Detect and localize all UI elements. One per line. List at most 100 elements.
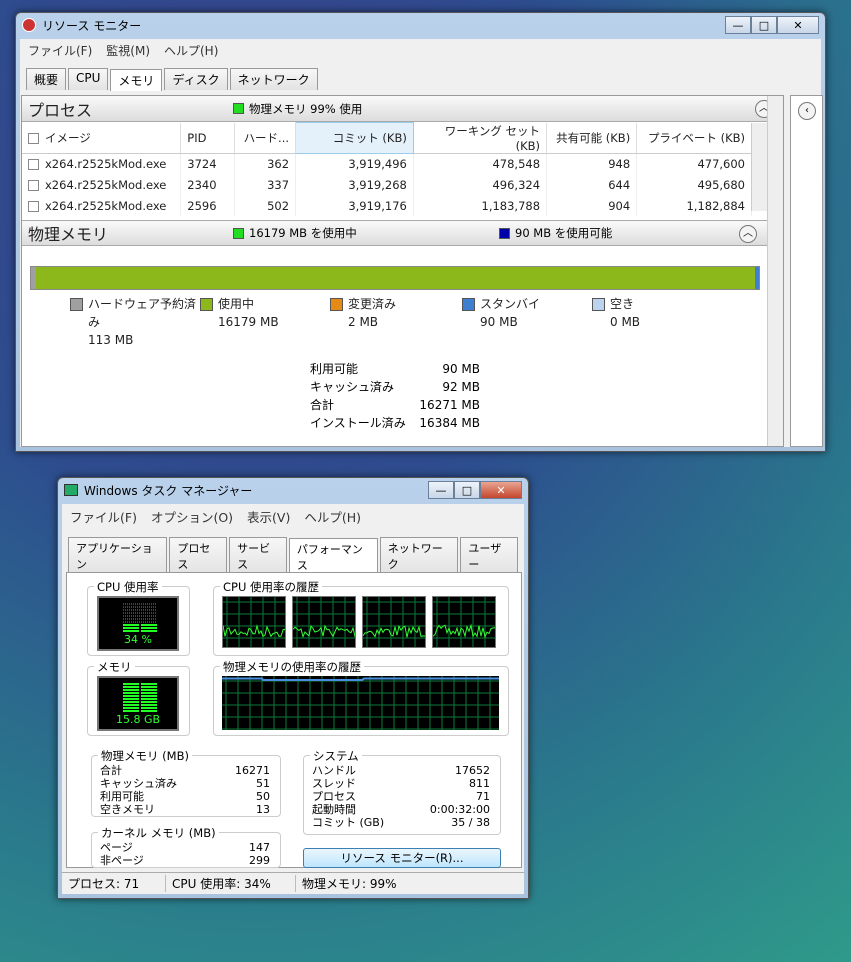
menu-file[interactable]: ファイル(F)	[70, 507, 137, 526]
tab-applications[interactable]: アプリケーション	[68, 537, 168, 574]
row-checkbox[interactable]	[28, 158, 39, 170]
info-label: 合計	[100, 764, 122, 777]
minimize-button[interactable]: —	[725, 16, 751, 34]
row-checkbox[interactable]	[28, 179, 39, 191]
resource-monitor-button[interactable]: リソース モニター(R)...	[303, 848, 501, 868]
column-working-set[interactable]: ワーキング セット (KB)	[413, 122, 548, 154]
cpu-core-history-graph	[222, 596, 286, 648]
legend-swatch	[200, 298, 213, 311]
stat-value: 90 MB	[442, 362, 480, 376]
table-row[interactable]: x264.r2525kMod.exe 3724 362 3,919,496 478,54…	[22, 153, 752, 174]
row-checkbox[interactable]	[28, 200, 39, 212]
legend-swatch	[330, 298, 343, 311]
column-shareable[interactable]: 共有可能 (KB)	[546, 122, 638, 154]
meter-segment	[123, 689, 157, 691]
legend-value: 2 MB	[348, 315, 379, 329]
menu-bar: ファイル(F) オプション(O) 表示(V) ヘルプ(H)	[62, 504, 524, 529]
tab-disk[interactable]: ディスク	[164, 68, 228, 90]
close-button[interactable]: ✕	[777, 16, 819, 34]
info-label: キャッシュ済み	[100, 777, 177, 790]
tab-processes[interactable]: プロセス	[169, 537, 228, 574]
legend-label: 変更済み	[348, 297, 397, 311]
info-label: プロセス	[312, 790, 356, 803]
system-group: システム ハンドル 17652 スレッド 811 プロセス 71 起動時間 0:00:32:00…	[303, 748, 501, 835]
meter-segment	[123, 621, 157, 623]
meter-segment	[123, 603, 157, 605]
tab-performance[interactable]: パフォーマンス	[288, 538, 378, 575]
stat-label: インストール済み	[310, 416, 406, 430]
meter-segment	[123, 606, 157, 608]
info-value: 13	[256, 803, 270, 816]
legend-item: スタンバイ 90 MB	[462, 295, 540, 331]
legend-value: 90 MB	[480, 315, 518, 329]
column-commit[interactable]: コミット (KB)	[295, 122, 414, 154]
legend-value: 113 MB	[88, 333, 134, 347]
legend-label: ハードウェア予約済	[88, 297, 197, 311]
available-swatch	[499, 227, 510, 239]
title-bar[interactable]: リソース モニター — □ ✕	[16, 13, 825, 37]
title-bar[interactable]: Windows タスク マネージャー — □ ✕	[58, 478, 528, 502]
status-cpu-usage: CPU 使用率: 34%	[166, 875, 296, 892]
column-hard-faults[interactable]: ハード...	[234, 122, 297, 154]
info-row: コミット (GB) 35 / 38	[312, 816, 490, 829]
task-manager-window: Windows タスク マネージャー — □ ✕ ファイル(F) オプション(O…	[57, 477, 529, 899]
resource-monitor-window: リソース モニター — □ ✕ ファイル(F) 監視(M) ヘルプ(H) 概要 …	[15, 12, 826, 452]
menu-help[interactable]: ヘルプ(H)	[164, 42, 218, 59]
resource-monitor-icon	[22, 18, 36, 32]
info-row: 空きメモリ 13	[100, 803, 270, 816]
meter-segment	[123, 624, 157, 626]
menu-view[interactable]: 表示(V)	[247, 507, 290, 526]
tab-network[interactable]: ネットワーク	[229, 68, 318, 90]
menu-help[interactable]: ヘルプ(H)	[304, 507, 361, 526]
cell: 3,919,176	[348, 198, 407, 213]
info-value: 16271	[235, 764, 270, 777]
physical-memory-section-header[interactable]: 物理メモリ 16179 MB を使用中 90 MB を使用可能 ︿	[22, 220, 767, 246]
close-button[interactable]: ✕	[480, 481, 522, 499]
bar-in-use	[36, 267, 755, 289]
expand-side-panel-button[interactable]: ‹	[798, 102, 816, 120]
tab-cpu[interactable]: CPU	[68, 68, 109, 90]
cell: 477,600	[697, 156, 745, 171]
task-manager-icon	[64, 484, 78, 496]
stat-value: 16384 MB	[419, 416, 480, 430]
cell: 362	[267, 156, 290, 171]
menu-monitor[interactable]: 監視(M)	[106, 42, 150, 59]
legend-item: 空き 0 MB	[592, 295, 640, 331]
tab-services[interactable]: サービス	[229, 537, 287, 574]
select-all-checkbox[interactable]	[28, 132, 39, 144]
tab-bar: 概要 CPU メモリ ディスク ネットワーク	[20, 62, 821, 91]
tab-overview[interactable]: 概要	[26, 68, 67, 90]
cpu-usage-meter: 34 %	[97, 596, 179, 651]
column-private[interactable]: プライベート (KB)	[636, 122, 752, 154]
maximize-button[interactable]: □	[454, 481, 480, 499]
memory-value: 15.8 GB	[115, 713, 161, 726]
menu-bar: ファイル(F) 監視(M) ヘルプ(H)	[20, 39, 821, 62]
in-use-swatch	[233, 227, 244, 239]
tab-network[interactable]: ネットワーク	[379, 537, 459, 574]
column-pid[interactable]: PID	[180, 122, 235, 154]
table-row[interactable]: x264.r2525kMod.exe 2596 502 3,919,176 1,183,…	[22, 195, 752, 216]
performance-panel: CPU 使用率 34 % CPU 使用率の履歴 メモリ 15.8 GB 物理メモ…	[66, 572, 522, 868]
legend-item: 変更済み 2 MB	[330, 295, 396, 331]
tab-memory[interactable]: メモリ	[110, 69, 163, 91]
stat-label: キャッシュ済み	[310, 380, 395, 394]
info-value: 35 / 38	[451, 816, 490, 829]
main-scrollbar[interactable]	[767, 96, 783, 446]
minimize-button[interactable]: —	[428, 481, 454, 499]
process-scrollbar[interactable]	[751, 123, 767, 211]
cell: 948	[608, 156, 631, 171]
cell: 478,548	[492, 156, 541, 171]
tab-users[interactable]: ユーザー	[460, 537, 518, 574]
maximize-button[interactable]: □	[751, 16, 777, 34]
column-image[interactable]: イメージ	[22, 122, 182, 154]
info-label: 利用可能	[100, 790, 144, 803]
cpu-core-history-graph	[292, 596, 356, 648]
process-section-header[interactable]: プロセス 物理メモリ 99% 使用 ︿	[22, 96, 783, 122]
menu-file[interactable]: ファイル(F)	[28, 42, 92, 59]
meter-segment	[123, 615, 157, 617]
menu-options[interactable]: オプション(O)	[151, 507, 233, 526]
collapse-button[interactable]: ︿	[739, 225, 757, 243]
table-row[interactable]: x264.r2525kMod.exe 2340 337 3,919,268 496,32…	[22, 174, 752, 195]
status-bar: プロセス: 71 CPU 使用率: 34% 物理メモリ: 99%	[62, 872, 524, 894]
cell: 1,182,884	[686, 198, 745, 213]
